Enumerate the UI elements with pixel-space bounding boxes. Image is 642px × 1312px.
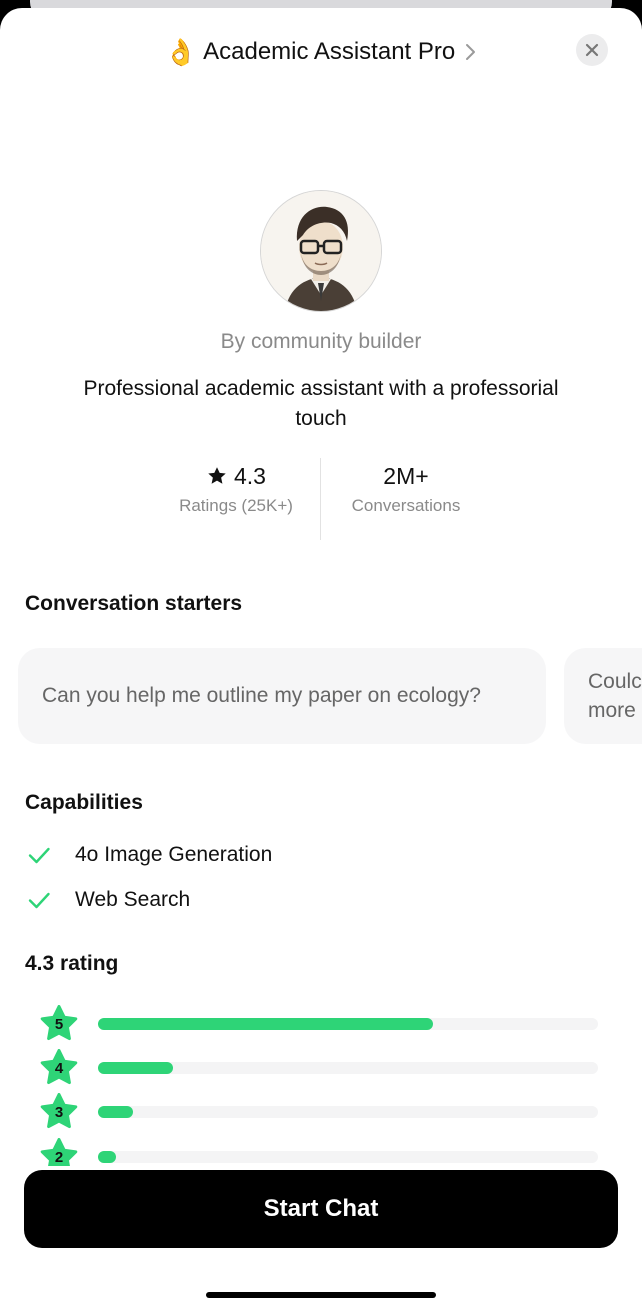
check-icon: [28, 892, 50, 909]
capability-item: 4o Image Generation: [25, 840, 272, 870]
starter-card[interactable]: Can you help me outline my paper on ecol…: [18, 648, 546, 744]
gpt-avatar: [260, 190, 382, 312]
gpt-description: Professional academic assistant with a p…: [83, 377, 559, 430]
start-chat-button[interactable]: Start Chat: [24, 1170, 618, 1248]
conversation-starters-heading: Conversation starters: [25, 592, 243, 615]
conversations-value: 2M+: [383, 463, 429, 489]
starter-text-line: Coulc: [588, 670, 642, 693]
starter-text: Can you help me outline my paper on ecol…: [42, 684, 481, 707]
starter-text-line: more: [588, 699, 636, 722]
rating-value: 4.3: [234, 463, 266, 489]
conversations-stat: 2M+ Conversations: [296, 458, 516, 516]
rating-bar-track: [98, 1106, 598, 1118]
rating-bar-track: [98, 1062, 598, 1074]
ok-hand-emoji: 👌: [164, 37, 198, 67]
rating-star-count: 5: [54, 1016, 64, 1033]
rating-star-count: 4: [54, 1060, 64, 1077]
rating-bar-track: [98, 1018, 598, 1030]
rating-row-3: 3: [40, 1093, 600, 1133]
rating-bar-fill: [98, 1062, 173, 1074]
professor-portrait-icon: [261, 191, 381, 311]
check-icon: [28, 847, 50, 864]
star-icon: [208, 467, 226, 484]
author-byline: By community builder: [220, 330, 422, 353]
close-icon: [585, 43, 599, 57]
rating-bar-fill: [98, 1106, 133, 1118]
rating-row-5: 5: [40, 1005, 600, 1045]
capability-item: Web Search: [25, 885, 190, 915]
capability-label: Web Search: [75, 888, 191, 911]
gpt-title: Academic Assistant Pro: [203, 38, 456, 65]
rating-bar-track: [98, 1151, 598, 1163]
sheet-header: 👌 Academic Assistant Pro: [0, 8, 642, 98]
conversations-label: Conversations: [351, 496, 461, 515]
chevron-right-icon: [466, 44, 476, 60]
starter-card-partial[interactable]: Coulc more: [564, 648, 642, 744]
rating-bar-fill: [98, 1151, 116, 1163]
rating-bar-fill: [98, 1018, 433, 1030]
gpt-title-link[interactable]: 👌 Academic Assistant Pro: [0, 36, 642, 68]
stats-row: 4.3 Ratings (25K+) 2M+ Conversations: [0, 458, 642, 540]
rating-row-4: 4: [40, 1049, 600, 1089]
rating-breakdown-heading: 4.3 rating: [25, 952, 119, 975]
rating-star-count: 3: [54, 1104, 64, 1121]
capabilities-heading: Capabilities: [25, 791, 143, 814]
close-button[interactable]: [576, 34, 608, 66]
gpt-detail-sheet: 👌 Academic Assistant Pro By community bu…: [0, 8, 642, 1312]
home-indicator: [206, 1292, 436, 1298]
capability-label: 4o Image Generation: [75, 843, 273, 866]
